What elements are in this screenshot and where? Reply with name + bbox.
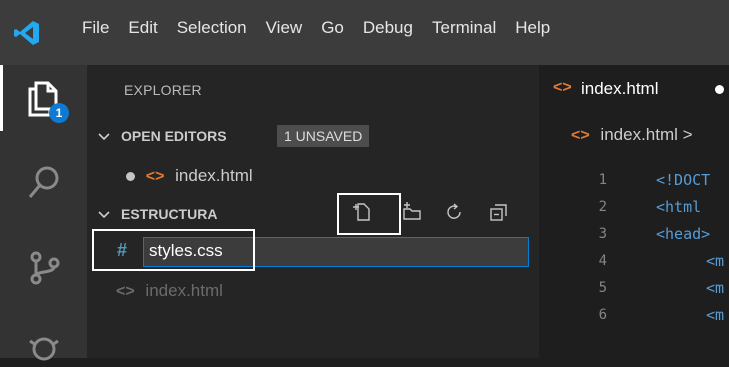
new-folder-icon[interactable] bbox=[401, 201, 423, 223]
explorer-sidebar: EXPLORER OPEN EDITORS 1 UNSAVED <> index… bbox=[87, 65, 539, 358]
new-file-highlight bbox=[337, 193, 401, 235]
menu-bar: File Edit Selection View Go Debug Termin… bbox=[82, 18, 569, 38]
chevron-down-icon bbox=[98, 211, 110, 219]
source-control-icon[interactable] bbox=[24, 247, 64, 287]
explorer-title: EXPLORER bbox=[124, 82, 202, 98]
unsaved-dot-icon[interactable] bbox=[126, 172, 135, 181]
unsaved-badge: 1 UNSAVED bbox=[277, 125, 370, 147]
chevron-down-icon bbox=[98, 133, 110, 141]
folder-file-item[interactable]: <> index.html bbox=[116, 281, 223, 307]
open-editor-filename: index.html bbox=[175, 166, 253, 185]
line-number: 6 bbox=[598, 307, 607, 323]
menu-edit[interactable]: Edit bbox=[128, 18, 157, 38]
code-line[interactable]: <head> bbox=[656, 225, 710, 243]
folder-label: ESTRUCTURA bbox=[121, 206, 218, 222]
open-editor-item[interactable]: <> index.html bbox=[126, 166, 253, 192]
vscode-logo-icon bbox=[14, 21, 39, 45]
folder-header[interactable]: ESTRUCTURA bbox=[87, 202, 539, 228]
folder-filename: index.html bbox=[145, 281, 223, 300]
code-line[interactable]: <m bbox=[706, 306, 724, 324]
line-number: 4 bbox=[598, 253, 607, 269]
collapse-all-icon[interactable] bbox=[487, 201, 509, 223]
line-number: 3 bbox=[598, 226, 607, 242]
search-icon[interactable] bbox=[24, 163, 64, 203]
breadcrumb-text: index.html > bbox=[600, 125, 693, 144]
open-editors-label: OPEN EDITORS bbox=[121, 128, 227, 144]
title-bar: File Edit Selection View Go Debug Termin… bbox=[0, 0, 729, 65]
menu-debug[interactable]: Debug bbox=[363, 18, 413, 38]
unsaved-dot-icon[interactable] bbox=[715, 85, 724, 94]
refresh-icon[interactable] bbox=[443, 201, 465, 223]
html-file-icon: <> bbox=[553, 79, 572, 96]
line-number: 5 bbox=[598, 280, 607, 296]
code-line[interactable]: <m bbox=[706, 279, 724, 297]
code-line[interactable]: <html bbox=[656, 198, 701, 216]
menu-selection[interactable]: Selection bbox=[177, 18, 247, 38]
code-line[interactable]: <m bbox=[706, 252, 724, 270]
tab-index-html[interactable]: <> index.html bbox=[539, 65, 729, 115]
editor-area: <> index.html <> index.html > 1 2 3 4 5 … bbox=[539, 65, 729, 358]
html-file-icon: <> bbox=[571, 127, 590, 144]
line-number: 1 bbox=[598, 172, 607, 188]
breadcrumb[interactable]: <> index.html > bbox=[571, 125, 693, 145]
input-highlight bbox=[92, 229, 255, 271]
menu-terminal[interactable]: Terminal bbox=[432, 18, 496, 38]
menu-file[interactable]: File bbox=[82, 18, 109, 38]
code-line[interactable]: <!DOCT bbox=[656, 171, 710, 189]
html-file-icon: <> bbox=[145, 168, 165, 185]
activity-bar: 1 bbox=[0, 65, 87, 361]
line-number: 2 bbox=[598, 199, 607, 215]
explorer-badge: 1 bbox=[49, 103, 69, 123]
tab-label: index.html bbox=[581, 79, 659, 98]
menu-go[interactable]: Go bbox=[321, 18, 344, 38]
tab-bar: <> index.html bbox=[539, 65, 729, 115]
debug-icon[interactable] bbox=[24, 327, 64, 367]
menu-view[interactable]: View bbox=[266, 18, 303, 38]
active-indicator bbox=[0, 65, 3, 131]
menu-help[interactable]: Help bbox=[515, 18, 550, 38]
html-file-icon: <> bbox=[116, 283, 135, 300]
